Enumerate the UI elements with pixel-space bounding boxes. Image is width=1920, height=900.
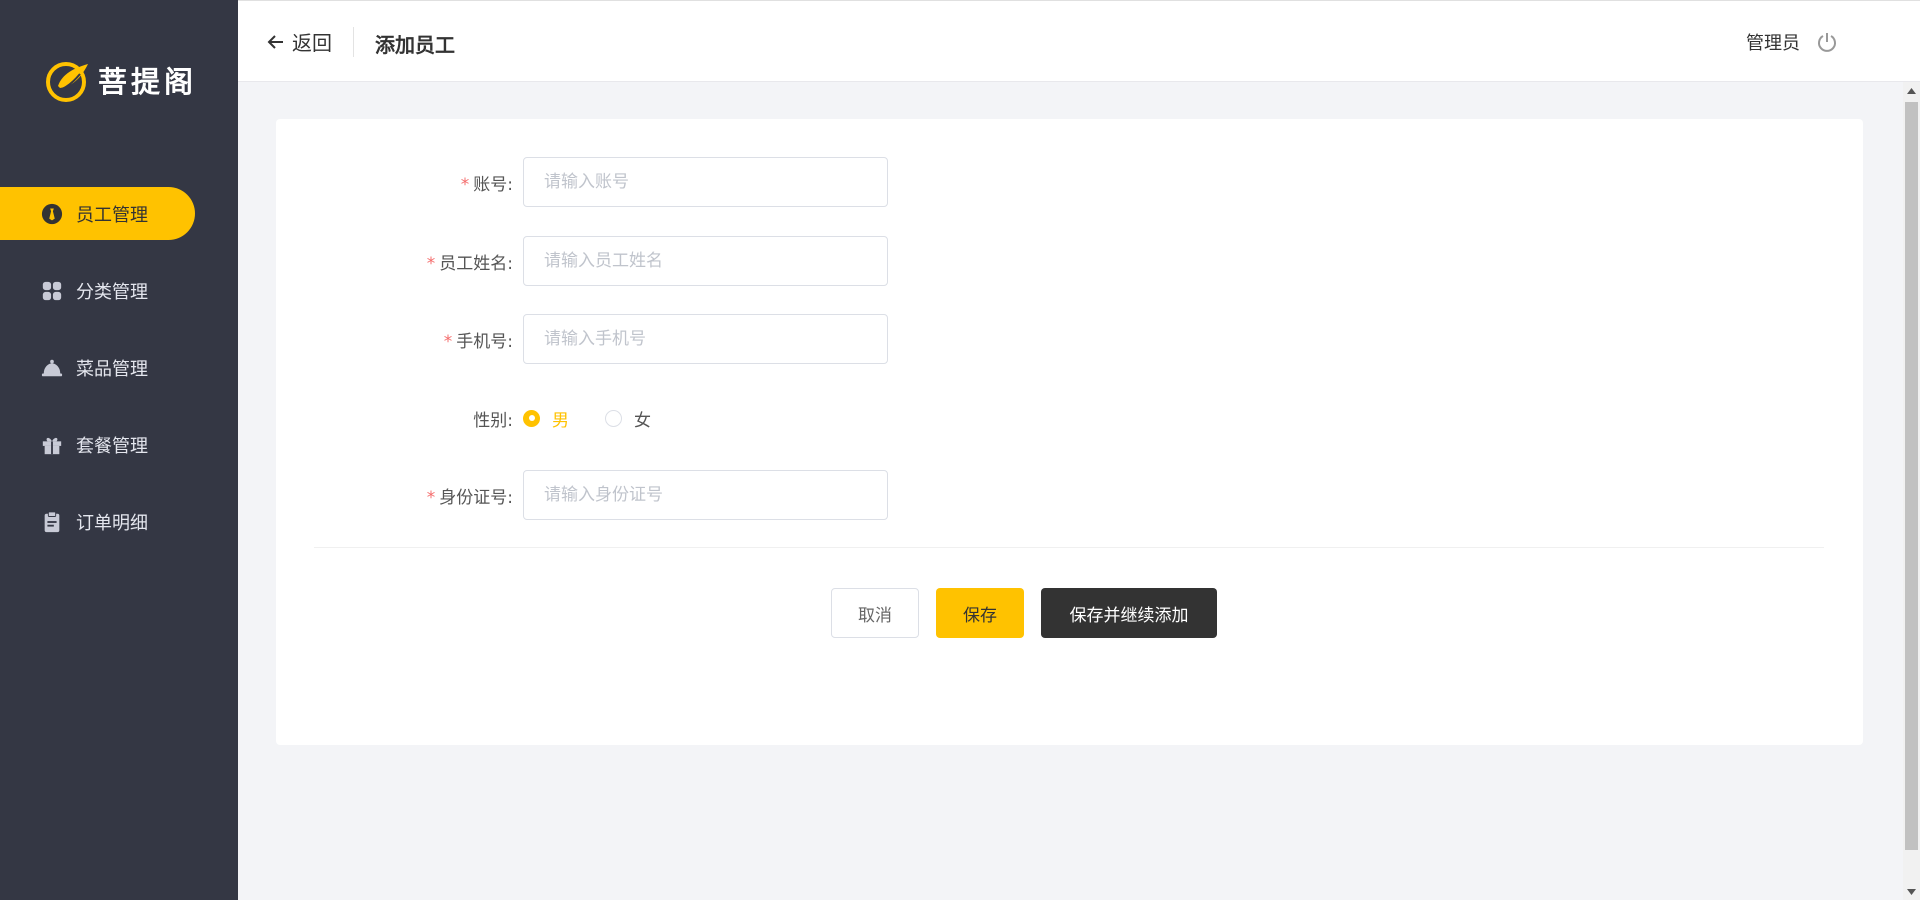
sidebar-item-label: 菜品管理 (76, 358, 148, 380)
clipboard-icon (40, 510, 64, 534)
employee-name-label: * 员工姓名: (426, 253, 513, 274)
sidebar-item-label: 套餐管理 (76, 435, 148, 457)
employee-form-card: *账号: *员工姓名: *手机号: 性别: 男 女 *身份证号: (276, 119, 1863, 745)
sidebar-item-label: 订单明细 (76, 512, 148, 534)
brand-logo: 菩提阁 (44, 56, 197, 104)
category-grid-icon (40, 279, 64, 303)
gift-box-icon (40, 433, 64, 457)
employee-icon (40, 202, 64, 226)
gender-radio-female[interactable]: 女 (605, 406, 651, 431)
sidebar: 菩提阁 员工管理 分类管理 菜品管理 套餐管理 订单明细 (0, 0, 238, 900)
required-mark: * (426, 487, 436, 508)
user-area: 管理员 (1746, 29, 1838, 55)
sidebar-item-label: 分类管理 (76, 281, 148, 303)
account-row: * 账号: (276, 157, 888, 207)
id-number-input[interactable] (523, 470, 888, 520)
phone-row: * 手机号: (276, 314, 888, 364)
account-input[interactable] (523, 157, 888, 207)
sidebar-item-dish[interactable]: 菜品管理 (0, 341, 238, 394)
gender-option-label: 男 (552, 410, 569, 431)
radio-unchecked-icon (605, 409, 622, 427)
radio-checked-icon (523, 409, 540, 427)
required-mark: * (460, 174, 470, 195)
name-row: * 员工姓名: (276, 236, 888, 286)
arrow-left-icon (267, 34, 283, 49)
sidebar-item-combo[interactable]: 套餐管理 (0, 418, 238, 471)
phone-input[interactable] (523, 314, 888, 364)
vertical-scrollbar[interactable] (1903, 82, 1920, 900)
leaf-logo-icon (46, 62, 88, 102)
brand-name: 菩提阁 (98, 65, 198, 99)
save-button[interactable]: 保存 (936, 588, 1024, 638)
account-label: * 账号: (460, 174, 513, 195)
scrollbar-thumb[interactable] (1905, 102, 1918, 850)
form-actions: 取消 保存 保存并继续添加 (831, 588, 1217, 638)
gender-row: 性别: 男 女 (276, 393, 687, 443)
gender-label: 性别: (473, 410, 513, 431)
cancel-button[interactable]: 取消 (831, 588, 919, 638)
gender-radio-group: 男 女 (523, 406, 687, 431)
employee-name-input[interactable] (523, 236, 888, 286)
back-label: 返回 (292, 31, 332, 55)
scroll-up-arrow-icon[interactable] (1903, 82, 1920, 99)
required-mark: * (426, 253, 436, 274)
sidebar-item-orders[interactable]: 订单明细 (0, 495, 238, 548)
save-and-continue-button[interactable]: 保存并继续添加 (1041, 588, 1217, 638)
form-divider (314, 547, 1824, 548)
gender-option-label: 女 (634, 410, 651, 431)
dish-cloche-icon (40, 356, 64, 380)
sidebar-nav: 员工管理 分类管理 菜品管理 套餐管理 订单明细 (0, 187, 238, 572)
power-logout-icon[interactable] (1816, 31, 1838, 53)
phone-label: * 手机号: (443, 331, 513, 352)
user-name[interactable]: 管理员 (1746, 29, 1800, 55)
id-number-label: * 身份证号: (426, 487, 513, 508)
gender-radio-male[interactable]: 男 (523, 406, 569, 431)
id-number-row: * 身份证号: (276, 470, 888, 520)
top-header: 返回 添加员工 管理员 (238, 0, 1920, 82)
sidebar-item-label: 员工管理 (76, 204, 148, 226)
page-title: 添加员工 (375, 33, 455, 57)
sidebar-item-employee[interactable]: 员工管理 (0, 187, 195, 240)
sidebar-item-category[interactable]: 分类管理 (0, 264, 238, 317)
required-mark: * (443, 331, 453, 352)
back-button[interactable]: 返回 (266, 27, 332, 56)
header-divider (353, 27, 354, 57)
scroll-down-arrow-icon[interactable] (1903, 883, 1920, 900)
